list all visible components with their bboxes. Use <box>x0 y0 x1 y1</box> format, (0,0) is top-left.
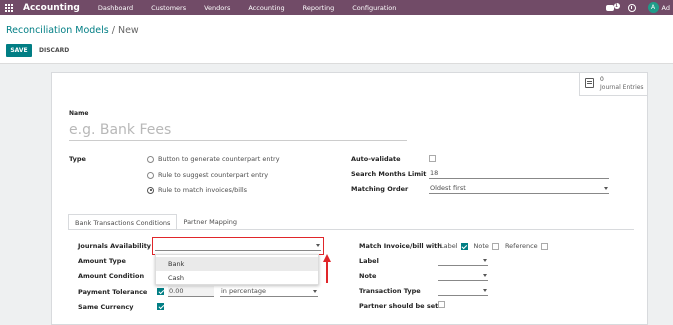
journal-entries-smart-button[interactable]: 0 Journal Entries <box>579 72 648 96</box>
match-options: Label Note Reference <box>440 242 554 250</box>
partner-should-be-set-label: Partner should be set <box>359 302 439 310</box>
payment-tolerance-unit-select[interactable]: in percentage <box>220 286 318 297</box>
chevron-down-icon <box>483 274 487 277</box>
label-condition-select[interactable] <box>438 255 488 266</box>
menu-vendors[interactable]: Vendors <box>204 4 230 12</box>
chevron-down-icon <box>483 289 487 292</box>
transaction-type-select[interactable] <box>438 285 488 296</box>
matching-order-label: Matching Order <box>351 185 409 193</box>
journal-entries-count: 0 <box>600 76 604 83</box>
amount-condition-label: Amount Condition <box>78 272 145 280</box>
top-navbar: Accounting Dashboard Customers Vendors A… <box>0 0 673 15</box>
notebook-tabs: Bank Transactions Conditions Partner Map… <box>68 214 243 230</box>
journals-availability-label: Journals Availability <box>78 242 152 250</box>
same-currency-label: Same Currency <box>78 303 134 311</box>
menu-accounting[interactable]: Accounting <box>248 4 284 12</box>
auto-validate-checkbox[interactable] <box>429 155 436 162</box>
chevron-down-icon <box>604 187 608 190</box>
type-option-button[interactable]: Button to generate counterpart entry <box>147 155 280 163</box>
label-condition-label: Label <box>359 257 379 265</box>
match-note-checkbox[interactable] <box>491 242 499 250</box>
match-option-label: Label <box>440 242 458 250</box>
tab-divider <box>68 229 634 230</box>
journal-entries-label: Journal Entries <box>600 84 644 91</box>
payment-tolerance-input[interactable]: 0.00 <box>168 286 214 297</box>
apps-menu-icon[interactable] <box>5 3 15 13</box>
journals-dropdown: Bank Cash <box>155 254 319 285</box>
breadcrumb: Reconciliation Models / New <box>6 25 139 36</box>
menu-dashboard[interactable]: Dashboard <box>98 4 133 12</box>
chat-badge: 1 <box>613 2 620 9</box>
type-option-label: Button to generate counterpart entry <box>158 155 280 163</box>
annotation-highlight-box <box>152 237 324 255</box>
breadcrumb-current: New <box>117 25 139 36</box>
tab-partner-mapping[interactable]: Partner Mapping <box>177 214 243 230</box>
payment-tolerance-checkbox[interactable] <box>157 288 164 295</box>
match-label-checkbox[interactable] <box>460 242 468 250</box>
same-currency-checkbox[interactable] <box>157 303 164 310</box>
breadcrumb-parent[interactable]: Reconciliation Models <box>6 25 109 36</box>
chevron-down-icon <box>483 259 487 262</box>
match-option-label: Note <box>473 242 489 250</box>
radio-button-checked[interactable] <box>147 186 154 194</box>
save-button[interactable]: SAVE <box>6 44 32 57</box>
radio-button[interactable] <box>147 155 154 163</box>
type-option-label: Rule to match invoices/bills <box>158 186 248 194</box>
payment-tolerance-unit: in percentage <box>221 287 266 295</box>
amount-type-label: Amount Type <box>78 257 126 265</box>
name-input[interactable] <box>69 119 407 141</box>
dropdown-option-bank[interactable]: Bank <box>156 257 318 271</box>
partner-should-be-set-checkbox[interactable] <box>438 301 445 308</box>
auto-validate-label: Auto-validate <box>351 155 401 163</box>
systray: 1 A Ad <box>605 0 673 15</box>
match-reference-checkbox[interactable] <box>540 242 548 250</box>
type-option-label: Rule to suggest counterpart entry <box>158 171 269 179</box>
note-condition-select[interactable] <box>438 270 488 281</box>
chat-icon[interactable]: 1 <box>605 2 620 13</box>
menu-customers[interactable]: Customers <box>151 4 186 12</box>
search-months-label: Search Months Limit <box>351 170 427 178</box>
activity-clock-icon[interactable] <box>627 3 636 12</box>
menu-configuration[interactable]: Configuration <box>352 4 396 12</box>
note-condition-label: Note <box>359 272 377 280</box>
chevron-down-icon <box>313 290 317 293</box>
transaction-type-label: Transaction Type <box>359 287 421 295</box>
matching-order-select[interactable]: Oldest first <box>429 183 609 194</box>
discard-button[interactable]: DISCARD <box>39 44 69 57</box>
radio-button[interactable] <box>147 171 154 179</box>
menu-reporting[interactable]: Reporting <box>303 4 335 12</box>
user-name[interactable]: Ad <box>662 4 670 12</box>
search-months-input[interactable]: 18 <box>429 168 609 179</box>
avatar[interactable]: A <box>647 2 659 13</box>
tab-bank-transactions-conditions[interactable]: Bank Transactions Conditions <box>68 214 178 230</box>
breadcrumb-separator: / <box>108 25 118 36</box>
type-label: Type <box>69 155 86 163</box>
name-label: Name <box>69 110 89 117</box>
book-icon <box>585 78 594 88</box>
payment-tolerance-label: Payment Tolerance <box>78 288 148 296</box>
match-invoice-label: Match Invoice/bill with <box>359 242 442 250</box>
match-option-label: Reference <box>504 242 538 250</box>
app-name[interactable]: Accounting <box>23 3 80 13</box>
type-option-suggest[interactable]: Rule to suggest counterpart entry <box>147 171 268 179</box>
matching-order-value: Oldest first <box>430 184 466 192</box>
type-option-match[interactable]: Rule to match invoices/bills <box>147 186 247 194</box>
annotation-arrow-shaft <box>326 261 328 283</box>
dropdown-option-cash[interactable]: Cash <box>156 271 318 285</box>
